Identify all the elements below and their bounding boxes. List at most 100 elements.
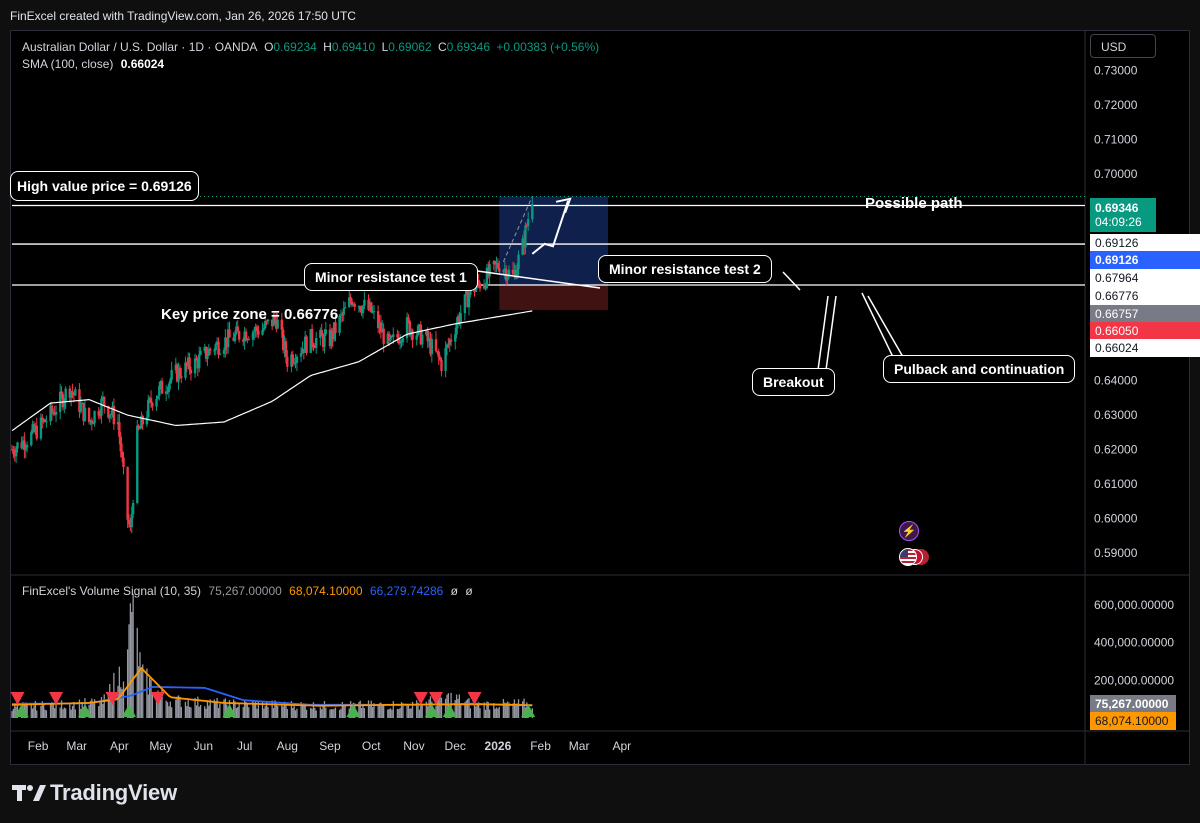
candle-body [137, 425, 140, 429]
candle-body [315, 337, 318, 348]
candle-body [257, 330, 260, 335]
candle-body [434, 339, 438, 352]
candle-body [261, 329, 264, 335]
candle-body [24, 447, 27, 451]
candle-body [98, 415, 102, 417]
candle-body [407, 317, 410, 322]
minor-resistance-2-annotation[interactable]: Minor resistance test 2 [598, 255, 772, 283]
candle-body [440, 359, 443, 371]
candle-body [437, 351, 440, 358]
candle-body [361, 305, 365, 314]
candle-body [372, 311, 376, 313]
volume-value-3: 66,279.74286 [369, 584, 444, 598]
candle-body [198, 354, 201, 369]
breakout-connector-2 [825, 295, 837, 371]
candle-body [411, 330, 414, 340]
candle-body [217, 341, 220, 355]
candle-body [498, 268, 501, 272]
candle-body [83, 407, 87, 421]
candle-body [531, 203, 534, 220]
time-tick-label: Oct [362, 739, 381, 753]
candle-body [147, 399, 150, 418]
candle-body [141, 415, 144, 425]
chart-canvas[interactable]: 0.730000.720000.710000.700000.690000.680… [0, 0, 1200, 823]
volume-tick-label: 400,000.00000 [1094, 636, 1174, 650]
candle-body [12, 449, 15, 454]
price-label-69126-a: 0.69126 [1090, 234, 1200, 252]
candle-body [526, 219, 530, 226]
time-tick-label: Nov [403, 739, 424, 753]
candle-body [188, 357, 191, 370]
time-tick-label: Dec [445, 739, 466, 753]
candle-body [87, 407, 91, 423]
candle-body [284, 341, 288, 357]
pullback-annotation[interactable]: Pulback and continuation [883, 355, 1076, 383]
lightning-event-icon[interactable]: ⚡ [899, 521, 919, 541]
candle-body [343, 307, 347, 309]
symbol-legend: Australian Dollar / U.S. Dollar · 1D · O… [22, 40, 599, 54]
change-value: +0.00383 (+0.56%) [496, 40, 600, 54]
candle-body [415, 335, 418, 340]
possible-path-annotation[interactable]: Possible path [865, 195, 963, 212]
candle-body [502, 270, 505, 272]
candle-body [170, 370, 173, 380]
time-tick-label: Feb [28, 739, 49, 753]
currency-button[interactable]: USD [1090, 34, 1156, 58]
price-tick-label: 0.73000 [1094, 64, 1138, 78]
candle-body [324, 329, 328, 334]
candle-body [430, 339, 434, 355]
candle-body [25, 445, 29, 448]
candle-body [93, 411, 96, 424]
price-label-67964: 0.67964 [1090, 269, 1200, 287]
key-zone-annotation[interactable]: Key price zone = 0.66776 [161, 306, 338, 323]
candle-body [363, 299, 366, 306]
candle-body [517, 254, 520, 270]
candle-body [16, 442, 19, 449]
high-value-annotation[interactable]: High value price = 0.69126 [10, 171, 199, 201]
candle-body [262, 328, 266, 330]
minor-resistance-1-annotation[interactable]: Minor resistance test 1 [304, 263, 478, 291]
volume-tick-label: 600,000.00000 [1094, 598, 1174, 612]
candle-body [158, 385, 161, 396]
candle-body [312, 344, 315, 348]
price-label-66776: 0.66776 [1090, 287, 1200, 305]
volume-legend[interactable]: FinExcel's Volume Signal (10, 35) 75,267… [22, 584, 473, 598]
candle-body [459, 313, 462, 323]
candle-body [122, 457, 125, 468]
volume-value-5: ø [465, 584, 473, 598]
candle-body [286, 356, 289, 367]
price-tick-label: 0.61000 [1094, 477, 1138, 491]
candle-body [74, 389, 77, 396]
sma-value: 0.66024 [120, 57, 165, 71]
sma-legend[interactable]: SMA (100, close) 0.66024 [22, 57, 164, 71]
us-flag-event-icon[interactable] [899, 548, 935, 566]
candle-body [54, 411, 58, 415]
time-tick-label: May [149, 739, 172, 753]
breakout-annotation[interactable]: Breakout [752, 368, 835, 396]
candle-body [255, 326, 259, 331]
candle-body [228, 329, 231, 338]
stop-zone [499, 285, 609, 311]
candle-body [295, 356, 299, 363]
candle-body [251, 332, 255, 340]
time-tick-label: Mar [569, 739, 590, 753]
candle-body [382, 328, 385, 344]
close-label: C [437, 40, 447, 54]
time-tick-label: Apr [612, 739, 631, 753]
candle-body [291, 354, 295, 364]
candle-body [213, 350, 216, 352]
candle-body [478, 283, 482, 289]
price-tick-label: 0.62000 [1094, 443, 1138, 457]
candle-body [299, 353, 303, 357]
candle-body [320, 330, 323, 336]
time-tick-label: Apr [110, 739, 129, 753]
tradingview-logo[interactable]: TradingView [12, 780, 177, 806]
candle-body [35, 425, 38, 439]
symbol-title[interactable]: Australian Dollar / U.S. Dollar · 1D · O… [22, 40, 257, 54]
price-label-66024: 0.66024 [1090, 339, 1200, 357]
candle-body [506, 276, 509, 281]
candle-body [305, 336, 308, 353]
candle-body [138, 428, 142, 430]
price-label-66757: 0.66757 [1090, 305, 1200, 323]
candle-body [420, 334, 424, 345]
